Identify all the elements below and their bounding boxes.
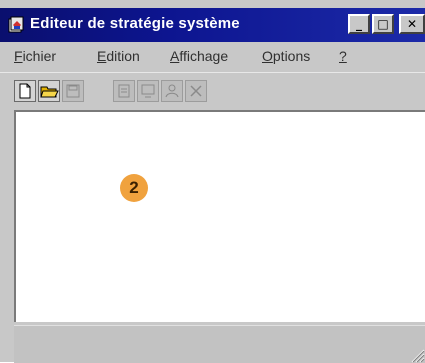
status-bar (14, 325, 425, 363)
open-folder-icon[interactable] (38, 80, 60, 102)
title-bar[interactable]: Editeur de stratégie système _ □ ✕ (0, 8, 425, 42)
maximize-button[interactable]: □ (372, 14, 394, 34)
step-number-badge: 2 (120, 174, 148, 202)
save-disk-icon[interactable] (62, 80, 84, 102)
menu-fichier[interactable]: Fichier (14, 48, 56, 64)
menu-affichage[interactable]: Affichage (170, 48, 228, 64)
policy-content-area[interactable] (14, 110, 425, 322)
menu-accelerator: O (262, 48, 273, 64)
minimize-button[interactable]: _ (348, 14, 370, 34)
properties-icon[interactable] (113, 80, 135, 102)
menu-label-post: ffichage (179, 48, 229, 64)
menu-bar: Fichier Edition Affichage Options ? (0, 42, 425, 72)
menu-accelerator: ? (339, 48, 347, 64)
remove-icon[interactable] (185, 80, 207, 102)
window-title: Editeur de stratégie système (30, 15, 240, 32)
add-user-icon[interactable] (161, 80, 183, 102)
add-computer-icon[interactable] (137, 80, 159, 102)
close-button[interactable]: ✕ (399, 14, 425, 34)
new-document-icon[interactable] (14, 80, 36, 102)
menu-accelerator: A (170, 48, 180, 64)
menu-accelerator: E (97, 48, 107, 64)
toolbar (0, 72, 425, 109)
menu-help[interactable]: ? (339, 48, 347, 64)
app-window: Editeur de stratégie système _ □ ✕ Fichi… (0, 0, 425, 363)
menu-accelerator: F (14, 48, 23, 64)
menu-label-post: ichier (22, 48, 57, 64)
menu-edition[interactable]: Edition (97, 48, 140, 64)
resize-grip-icon[interactable] (407, 345, 425, 363)
policy-editor-app-icon[interactable] (7, 16, 25, 34)
menu-label-post: ptions (272, 48, 311, 64)
menu-options[interactable]: Options (262, 48, 310, 64)
menu-label-post: dition (106, 48, 140, 64)
